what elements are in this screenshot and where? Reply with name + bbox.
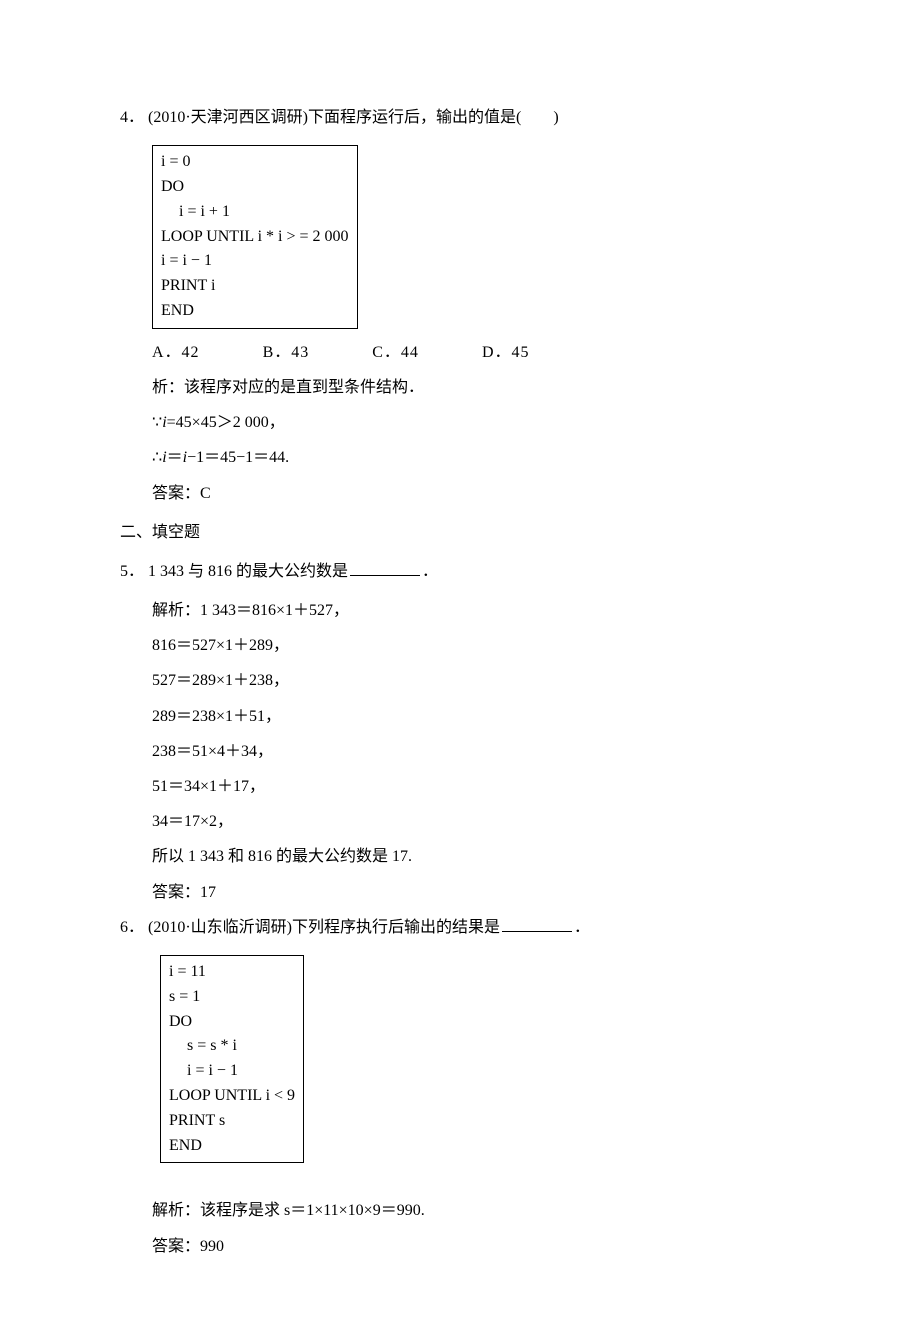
q6-code-box: i = 11 s = 1 DO s = s * i i = i − 1 LOOP… bbox=[160, 955, 304, 1163]
q4-code-line: PRINT i bbox=[161, 274, 349, 299]
q4-ana3-rest: −1＝45−1＝44. bbox=[187, 449, 289, 466]
q5-blank bbox=[350, 559, 420, 576]
q6-code-line: END bbox=[169, 1134, 295, 1159]
q6-code-line: PRINT s bbox=[169, 1109, 295, 1134]
q6-ans-label: 答案： bbox=[152, 1238, 200, 1255]
q6-code-line: DO bbox=[169, 1010, 295, 1035]
q6-code-line: i = 11 bbox=[169, 960, 295, 985]
q4-code-line: i = i + 1 bbox=[161, 200, 349, 225]
q4-answer: 答案：C bbox=[120, 476, 800, 511]
q4-code-line: END bbox=[161, 299, 349, 324]
q4-code-line: i = i − 1 bbox=[161, 249, 349, 274]
q4-ans-value: C bbox=[200, 485, 211, 502]
q4-stem: (2010·天津河西区调研)下面程序运行后，输出的值是( ) bbox=[148, 109, 559, 126]
q5-step-5: 238＝51×4＋34， bbox=[120, 734, 800, 769]
q5-stem-pre: 1 343 与 816 的最大公约数是 bbox=[148, 563, 348, 580]
question-6: 6． (2010·山东临沂调研)下列程序执行后输出的结果是 ． bbox=[120, 910, 800, 945]
q6-ans-value: 990 bbox=[200, 1238, 224, 1255]
question-4: 4． (2010·天津河西区调研)下面程序运行后，输出的值是( ) bbox=[120, 100, 800, 135]
q5-step-7: 34＝17×2， bbox=[120, 804, 800, 839]
q6-analysis: 解析：该程序是求 s＝1×11×10×9＝990. bbox=[120, 1193, 800, 1228]
q4-code-line: DO bbox=[161, 175, 349, 200]
q4-code-line: LOOP UNTIL i * i > = 2 000 bbox=[161, 225, 349, 250]
q4-ana3-pre: ∴ bbox=[152, 449, 162, 466]
q4-ana2-rest: =45×45＞2 000， bbox=[167, 414, 285, 431]
q6-answer: 答案：990 bbox=[120, 1229, 800, 1264]
q6-stem-pre: (2010·山东临沂调研)下列程序执行后输出的结果是 bbox=[148, 919, 500, 936]
q4-options: A．42 B．43 C．44 D．45 bbox=[120, 335, 800, 370]
q4-option-b: B．43 bbox=[263, 335, 310, 370]
q6-code-line: LOOP UNTIL i < 9 bbox=[169, 1084, 295, 1109]
q4-analysis-2: ∵i=45×45＞2 000， bbox=[120, 405, 800, 440]
q5-ans-label: 答案： bbox=[152, 884, 200, 901]
q4-ans-label: 答案： bbox=[152, 485, 200, 502]
q5-step-4: 289＝238×1＋51， bbox=[120, 699, 800, 734]
q5-step-3: 527＝289×1＋238， bbox=[120, 663, 800, 698]
q6-blank bbox=[502, 915, 572, 932]
q6-number: 6． bbox=[120, 919, 144, 936]
q5-step-6: 51＝34×1＋17， bbox=[120, 769, 800, 804]
q6-code-line: i = i − 1 bbox=[169, 1059, 295, 1084]
q4-analysis-3: ∴i＝i−1＝45−1＝44. bbox=[120, 440, 800, 475]
q4-ana3-mid: ＝ bbox=[167, 449, 183, 466]
q5-step-1: 解析：1 343＝816×1＋527， bbox=[120, 593, 800, 628]
q5-stem-post: ． bbox=[422, 563, 438, 580]
q5-answer: 答案：17 bbox=[120, 875, 800, 910]
q4-option-d: D．45 bbox=[482, 335, 530, 370]
q4-code-box: i = 0 DO i = i + 1 LOOP UNTIL i * i > = … bbox=[152, 145, 358, 329]
q6-stem-post: ． bbox=[574, 919, 590, 936]
q4-number: 4． bbox=[120, 109, 144, 126]
q5-number: 5． bbox=[120, 563, 144, 580]
q5-step-2: 816＝527×1＋289， bbox=[120, 628, 800, 663]
q4-option-c: C．44 bbox=[372, 335, 419, 370]
q6-code-line: s = 1 bbox=[169, 985, 295, 1010]
q5-ans-value: 17 bbox=[200, 884, 216, 901]
q6-code-text: s = s * i bbox=[183, 1037, 237, 1054]
q4-code-text: i = i + 1 bbox=[175, 203, 230, 220]
q6-code-line: s = s * i bbox=[169, 1034, 295, 1059]
q5-step-8: 所以 1 343 和 816 的最大公约数是 17. bbox=[120, 839, 800, 874]
section-2-heading: 二、填空题 bbox=[120, 515, 800, 550]
question-5: 5． 1 343 与 816 的最大公约数是 ． bbox=[120, 554, 800, 589]
q4-analysis-1: 析：该程序对应的是直到型条件结构． bbox=[120, 370, 800, 405]
q4-option-a: A．42 bbox=[152, 335, 200, 370]
q4-ana2-pre: ∵ bbox=[152, 414, 162, 431]
q6-code-text: i = i − 1 bbox=[183, 1062, 238, 1079]
q4-code-line: i = 0 bbox=[161, 150, 349, 175]
